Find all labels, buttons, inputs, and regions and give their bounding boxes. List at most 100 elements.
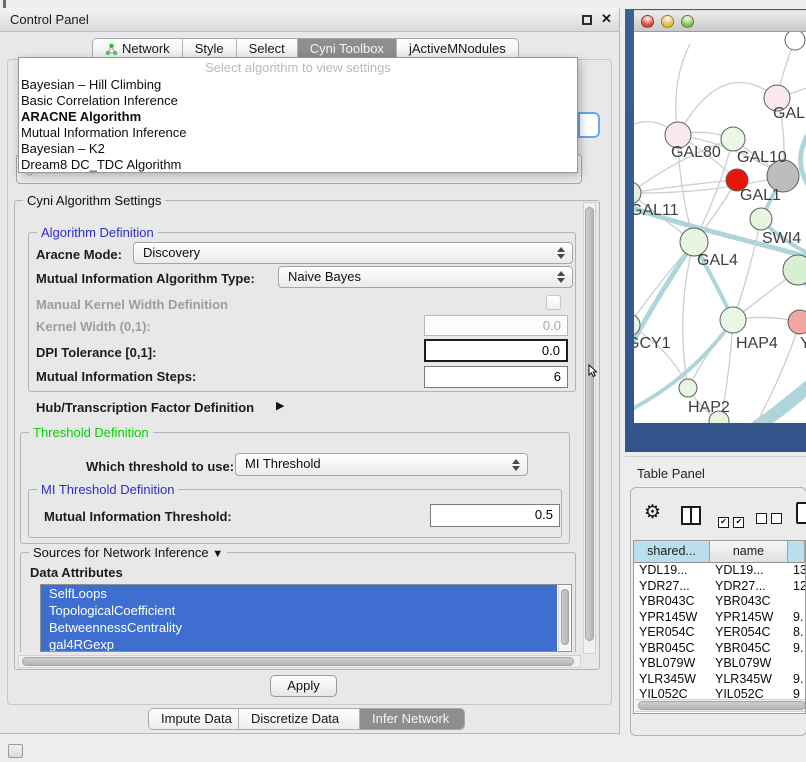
settings-hscrollbar-thumb[interactable] xyxy=(22,657,574,666)
split-view-icon[interactable] xyxy=(681,506,701,525)
tab-infer-network[interactable]: Infer Network xyxy=(360,709,464,729)
close-button[interactable] xyxy=(641,15,654,28)
table-row[interactable]: YPR145WYPR145W9. xyxy=(634,610,805,626)
manual-kernel-checkbox[interactable] xyxy=(546,295,561,310)
table-row[interactable]: YLR345WYLR345W9. xyxy=(634,672,805,688)
table-cell[interactable]: 12 xyxy=(788,579,805,595)
column-header-name[interactable]: name xyxy=(710,541,788,563)
table-cell[interactable]: YDR27... xyxy=(634,579,710,595)
network-node[interactable] xyxy=(721,127,745,151)
gear-icon[interactable]: ⚙ xyxy=(644,503,661,522)
column-header-shared-name[interactable]: shared... xyxy=(634,541,710,563)
mit-field[interactable]: 0.5 xyxy=(430,504,560,527)
table-row[interactable]: YBR043CYBR043C xyxy=(634,594,805,610)
table-cell[interactable]: YBR045C xyxy=(710,641,788,657)
network-node[interactable] xyxy=(783,255,806,285)
network-canvas-svg: GALGAL80GAL10GAL1GAL11SWI4GAL4GCY1HAP4YH… xyxy=(634,32,806,423)
table-cell[interactable]: 8. xyxy=(788,625,805,641)
mi-type-combo[interactable]: Naive Bayes xyxy=(278,266,573,288)
table-hscrollbar[interactable] xyxy=(635,699,806,712)
algorithm-option[interactable]: Mutual Information Inference xyxy=(19,125,577,141)
close-icon[interactable]: ✕ xyxy=(601,13,612,25)
table-cell[interactable]: YBL079W xyxy=(710,656,788,672)
table-row[interactable]: YBL079WYBL079W xyxy=(634,656,805,672)
tab-jactivemnodules[interactable]: jActiveMNodules xyxy=(397,39,518,59)
table-hscrollbar-thumb[interactable] xyxy=(638,701,806,710)
mi-steps-field[interactable]: 6 xyxy=(424,366,568,388)
table-row[interactable]: YDL19...YDL19...13 xyxy=(634,563,805,579)
network-node[interactable] xyxy=(788,310,806,334)
panel-corner-icon[interactable] xyxy=(8,744,23,758)
settings-hscrollbar[interactable] xyxy=(18,655,581,668)
table-cell[interactable]: YIL052C xyxy=(710,687,788,699)
table-row[interactable]: YBR045CYBR045C9. xyxy=(634,641,805,657)
expand-right-icon[interactable]: ▶ xyxy=(276,399,284,412)
attribute-list-item[interactable]: BetweennessCentrality xyxy=(41,619,557,636)
list-scrollbar[interactable] xyxy=(558,586,570,650)
table-row[interactable]: YER054CYER054C8. xyxy=(634,625,805,641)
table-cell[interactable]: YLR345W xyxy=(634,672,710,688)
which-threshold-combo[interactable]: MI Threshold xyxy=(235,453,528,476)
tab-impute-data[interactable]: Impute Data xyxy=(149,709,239,729)
table-cell[interactable]: YBL079W xyxy=(634,656,710,672)
table-cell[interactable] xyxy=(788,594,805,610)
table-cell[interactable]: YDL19... xyxy=(710,563,788,579)
table-cell[interactable]: YIL052C xyxy=(634,687,710,699)
algorithm-option[interactable]: Basic Correlation Inference xyxy=(19,93,577,109)
select-all-icon[interactable]: ✔ ✔ xyxy=(718,511,744,529)
dpi-tolerance-field[interactable]: 0.0 xyxy=(424,339,568,362)
table-cell[interactable] xyxy=(788,656,805,672)
float-window-icon[interactable] xyxy=(582,15,592,25)
aracne-mode-combo[interactable]: Discovery xyxy=(133,242,573,264)
network-node[interactable] xyxy=(785,32,805,50)
settings-vscrollbar[interactable] xyxy=(583,202,596,654)
table-cell[interactable]: 13 xyxy=(788,563,805,579)
table-cell[interactable]: YDR27... xyxy=(710,579,788,595)
settings-vscrollbar-thumb[interactable] xyxy=(585,207,594,641)
tab-select[interactable]: Select xyxy=(237,39,298,59)
kernel-width-field[interactable]: 0.0 xyxy=(424,315,568,336)
apply-button[interactable]: Apply xyxy=(270,675,337,697)
attribute-list-item[interactable]: SelfLoops xyxy=(41,585,557,602)
network-window-titlebar[interactable] xyxy=(634,10,806,32)
table-cell[interactable]: YPR145W xyxy=(634,610,710,626)
network-node[interactable] xyxy=(720,307,746,333)
algorithm-option[interactable]: Bayesian – K2 xyxy=(19,141,577,157)
table-cell[interactable]: 9 xyxy=(788,687,805,699)
tab-discretize-data[interactable]: Discretize Data xyxy=(239,709,360,729)
attribute-list-item[interactable]: TopologicalCoefficient xyxy=(41,602,557,619)
attribute-list-item[interactable]: gal4RGexp xyxy=(41,636,557,652)
algorithm-combo-focus-fragment[interactable] xyxy=(578,112,600,138)
tab-cyni-toolbox[interactable]: Cyni Toolbox xyxy=(298,39,397,59)
table-cell[interactable]: YPR145W xyxy=(710,610,788,626)
table-cell[interactable]: YER054C xyxy=(710,625,788,641)
tab-style[interactable]: Style xyxy=(183,39,237,59)
table-cell[interactable]: 9. xyxy=(788,610,805,626)
collapse-down-icon[interactable]: ▼ xyxy=(212,548,223,560)
network-view-canvas[interactable]: GALGAL80GAL10GAL1GAL11SWI4GAL4GCY1HAP4YH… xyxy=(634,32,806,423)
table-cell[interactable]: YBR045C xyxy=(634,641,710,657)
hub-definition-label[interactable]: Hub/Transcription Factor Definition xyxy=(36,400,254,415)
tab-network[interactable]: Network xyxy=(93,39,183,59)
network-node[interactable] xyxy=(750,208,772,230)
table-cell[interactable]: 9. xyxy=(788,641,805,657)
algorithm-option[interactable]: Dream8 DC_TDC Algorithm xyxy=(19,157,577,173)
table-cell[interactable]: YBR043C xyxy=(710,594,788,610)
minimize-button[interactable] xyxy=(661,15,674,28)
table-cell[interactable]: YDL19... xyxy=(634,563,710,579)
table-row[interactable]: YDR27...YDR27...12 xyxy=(634,579,805,595)
network-node[interactable] xyxy=(679,379,697,397)
algorithm-option[interactable]: Bayesian – Hill Climbing xyxy=(19,77,577,93)
table-cell[interactable]: YER054C xyxy=(634,625,710,641)
table-cell[interactable]: 9. xyxy=(788,672,805,688)
zoom-button[interactable] xyxy=(681,15,694,28)
list-scrollbar-thumb[interactable] xyxy=(561,589,569,645)
table-cell[interactable]: YLR345W xyxy=(710,672,788,688)
column-header-partial[interactable] xyxy=(788,541,805,563)
network-node-label: GAL80 xyxy=(671,144,721,161)
table-row[interactable]: YIL052CYIL052C9 xyxy=(634,687,805,699)
table-cell[interactable]: YBR043C xyxy=(634,594,710,610)
new-table-icon[interactable] xyxy=(796,502,806,524)
algorithm-option[interactable]: ARACNE Algorithm xyxy=(19,109,577,125)
deselect-all-icon[interactable] xyxy=(756,511,782,529)
